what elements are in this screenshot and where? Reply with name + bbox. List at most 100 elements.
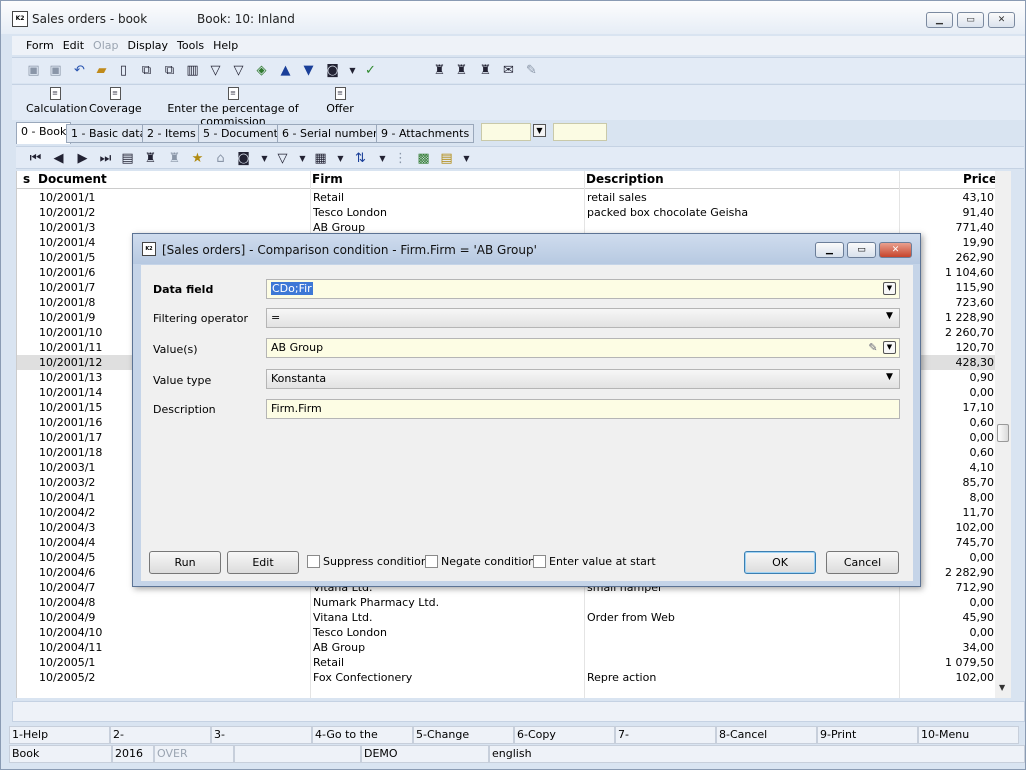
fkey-copy[interactable]: 6-Copy: [514, 726, 615, 744]
table-row[interactable]: 10/2005/2 Fox Confectionery Repre action 10…: [17, 670, 1009, 685]
menu-tools[interactable]: Tools: [177, 39, 204, 52]
fkey-change[interactable]: 5-Change: [413, 726, 514, 744]
minimize-icon[interactable]: ▁: [815, 242, 844, 258]
sort-icon[interactable]: ⇅: [353, 151, 368, 166]
tab-basic-data[interactable]: 1 - Basic data: [66, 124, 152, 143]
tab-items[interactable]: 2 - Items: [142, 124, 201, 143]
vertical-scrollbar[interactable]: ▼: [995, 171, 1011, 698]
report-icon[interactable]: ▤: [439, 151, 454, 166]
camera-icon[interactable]: ◙: [325, 63, 340, 78]
menu-form[interactable]: Form: [26, 39, 54, 52]
fkey-help[interactable]: 1-Help: [9, 726, 110, 744]
chevron-down-icon[interactable]: ▼: [883, 341, 896, 354]
suppress-condition-checkbox[interactable]: Suppress condition: [307, 555, 428, 568]
fkey-cancel[interactable]: 8-Cancel: [716, 726, 817, 744]
restore-icon[interactable]: ▭: [847, 242, 876, 258]
book-icon[interactable]: ▥: [185, 63, 200, 78]
ok-button[interactable]: OK: [744, 551, 816, 574]
last-record-icon[interactable]: ⏭: [98, 151, 113, 166]
enter-value-checkbox[interactable]: Enter value at start: [533, 555, 656, 568]
find-all-icon[interactable]: ♜: [478, 63, 493, 78]
arrow-up-icon[interactable]: ▲: [278, 63, 293, 78]
table-row[interactable]: 10/2001/1 Retail retail sales 43,10: [17, 190, 1009, 205]
tab-combo-input[interactable]: [481, 123, 531, 141]
fkey-2[interactable]: 2-: [110, 726, 211, 744]
fkey-goto[interactable]: 4-Go to the record: [312, 726, 413, 757]
data-field-input[interactable]: CDo;Fir ▼: [266, 279, 900, 299]
first-record-icon[interactable]: ⏮: [28, 151, 43, 166]
tab-serial-numbers[interactable]: 6 - Serial numbers: [277, 124, 389, 143]
horizontal-scrollbar[interactable]: [12, 701, 1025, 722]
filter-icon[interactable]: ▽: [208, 63, 223, 78]
find-next-icon[interactable]: ♜: [454, 63, 469, 78]
negate-condition-checkbox[interactable]: Negate condition: [425, 555, 535, 568]
export-icon[interactable]: ▩: [416, 151, 431, 166]
paste-icon[interactable]: ⧉: [162, 63, 177, 78]
table-row[interactable]: 10/2001/2 Tesco London packed box chocolat…: [17, 205, 1009, 220]
commission-button[interactable]: ≡ Enter the percentage of commission: [147, 87, 319, 128]
operator-select[interactable]: = ▼: [266, 308, 900, 328]
run-button[interactable]: Run: [149, 551, 221, 574]
new-document-icon[interactable]: ▯: [116, 63, 131, 78]
tab-book[interactable]: 0 - Book: [16, 122, 72, 144]
tab-documents[interactable]: 5 - Documents: [198, 124, 289, 143]
header-document[interactable]: Document: [38, 172, 107, 186]
scrollbar-thumb[interactable]: [997, 424, 1009, 442]
header-price[interactable]: Price: [963, 172, 997, 186]
layers-icon[interactable]: ◈: [254, 63, 269, 78]
binoculars-icon[interactable]: ♜: [432, 63, 447, 78]
undo-icon[interactable]: ↶: [72, 63, 87, 78]
binoculars-icon[interactable]: ♜: [143, 151, 158, 166]
menu-help[interactable]: Help: [213, 39, 238, 52]
fkey-refresh[interactable]: 3-Refresh/Restore: [211, 726, 312, 757]
chevron-down-icon[interactable]: ▼: [883, 372, 896, 385]
arrow-down-icon[interactable]: ▼: [301, 63, 316, 78]
document-icon[interactable]: ▤: [120, 151, 135, 166]
calculation-button[interactable]: ≡ Calculation: [26, 87, 87, 119]
columns-dropdown-icon[interactable]: ▼: [333, 151, 348, 166]
camera-icon[interactable]: ◙: [236, 151, 251, 166]
coverage-button[interactable]: ≡ Coverage: [89, 87, 142, 119]
chevron-down-icon[interactable]: ▼: [533, 124, 546, 137]
report-dropdown-icon[interactable]: ▼: [459, 151, 474, 166]
menu-edit[interactable]: Edit: [63, 39, 84, 52]
description-input[interactable]: Firm.Firm: [266, 399, 900, 419]
offer-button[interactable]: ≡ Offer: [324, 87, 356, 119]
next-record-icon[interactable]: ▶: [75, 151, 90, 166]
mail-icon[interactable]: ✉: [501, 63, 516, 78]
table-row[interactable]: 10/2004/9 Vitana Ltd. Order from Web 45,90: [17, 610, 1009, 625]
minimize-icon[interactable]: ▁: [926, 12, 953, 28]
values-input[interactable]: AB Group ✎ ▼: [266, 338, 900, 358]
header-s[interactable]: s: [23, 172, 30, 186]
camera-dropdown-icon[interactable]: ▼: [345, 63, 360, 78]
run-script-icon[interactable]: ✓: [363, 63, 378, 78]
filter-icon[interactable]: ▽: [275, 151, 290, 166]
favorites-icon[interactable]: ★: [190, 151, 205, 166]
cancel-button[interactable]: Cancel: [826, 551, 899, 574]
close-icon[interactable]: ✕: [988, 12, 1015, 28]
table-row[interactable]: 10/2004/8 Numark Pharmacy Ltd. 0,00: [17, 595, 1009, 610]
camera-dropdown-icon[interactable]: ▼: [257, 151, 272, 166]
edit-button[interactable]: Edit: [227, 551, 299, 574]
fkey-menu[interactable]: 10-Menu: [918, 726, 1019, 744]
previous-record-icon[interactable]: ◀: [51, 151, 66, 166]
copy-icon[interactable]: ⧉: [139, 63, 154, 78]
sort-dropdown-icon[interactable]: ▼: [375, 151, 390, 166]
scroll-down-icon[interactable]: ▼: [999, 683, 1005, 692]
columns-icon[interactable]: ▦: [313, 151, 328, 166]
open-folder-icon[interactable]: ▰: [94, 63, 109, 78]
close-icon[interactable]: ✕: [879, 242, 912, 258]
menu-display[interactable]: Display: [127, 39, 168, 52]
fkey-print[interactable]: 9-Print: [817, 726, 918, 744]
tab-attachments[interactable]: 9 - Attachments: [376, 124, 475, 143]
pick-value-icon[interactable]: ✎: [866, 341, 880, 355]
fkey-7[interactable]: 7-: [615, 726, 716, 744]
tab-combo-input-2[interactable]: [553, 123, 607, 141]
table-row[interactable]: 10/2005/1 Retail 1 079,50: [17, 655, 1009, 670]
table-row[interactable]: 10/2004/11 AB Group 34,00: [17, 640, 1009, 655]
filter-dropdown-icon[interactable]: ▼: [295, 151, 310, 166]
header-firm[interactable]: Firm: [312, 172, 343, 186]
filter-list-icon[interactable]: ▽: [231, 63, 246, 78]
chevron-down-icon[interactable]: ▼: [883, 282, 896, 295]
chevron-down-icon[interactable]: ▼: [883, 311, 896, 324]
